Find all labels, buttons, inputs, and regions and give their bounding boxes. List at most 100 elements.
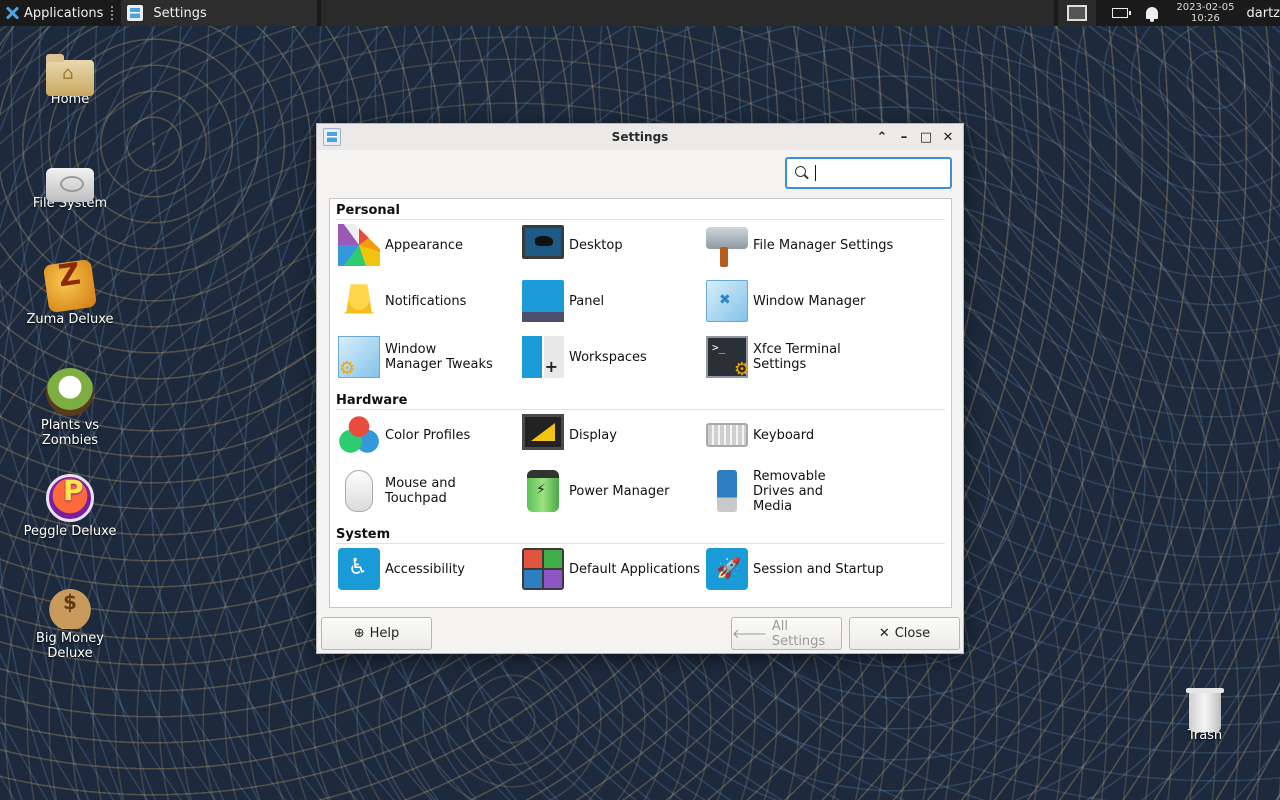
close-icon: ✕: [942, 129, 954, 145]
settings-item-notifications[interactable]: Notifications: [338, 277, 518, 325]
maximize-button[interactable]: □: [915, 126, 937, 148]
home-folder-icon: [46, 54, 94, 96]
desktop-icon-file-system[interactable]: File System: [15, 160, 125, 211]
drive-icon: [46, 168, 94, 202]
search-row: [317, 150, 963, 192]
section-title-personal: Personal: [336, 203, 400, 218]
settings-list: Personal Appearance Desktop File Manager…: [329, 198, 952, 608]
settings-window: Settings ⌃ – □ ✕ Personal Appearance Des…: [316, 123, 964, 654]
settings-item-window-manager-tweaks[interactable]: Window Manager Tweaks: [338, 333, 518, 381]
settings-item-default-applications[interactable]: Default Applications: [522, 545, 702, 593]
settings-item-label: Color Profiles: [385, 427, 471, 443]
settings-item-mouse-touchpad[interactable]: Mouse and Touchpad: [338, 467, 518, 515]
settings-item-label: Power Manager: [569, 483, 670, 499]
settings-item-xfce-terminal[interactable]: Xfce Terminal Settings: [706, 333, 886, 381]
notification-bell-icon[interactable]: [1146, 7, 1159, 22]
section-title-hardware: Hardware: [336, 393, 408, 408]
search-box[interactable]: [785, 157, 952, 189]
terminal-icon: [706, 336, 750, 380]
settings-item-power-manager[interactable]: Power Manager: [522, 467, 702, 515]
user-menu[interactable]: dartz: [1247, 6, 1280, 21]
color-profiles-icon: [338, 414, 380, 456]
usb-drive-icon: [717, 470, 737, 512]
settings-item-display[interactable]: Display: [522, 411, 702, 459]
settings-item-label: Keyboard: [753, 427, 815, 443]
window-titlebar[interactable]: Settings ⌃ – □ ✕: [317, 124, 963, 150]
settings-item-workspaces[interactable]: Workspaces: [522, 333, 702, 381]
close-button[interactable]: ✕ Close: [849, 617, 960, 650]
taskbar-empty-area: [321, 0, 1055, 26]
desktop-icon-big-money-deluxe[interactable]: Big Money Deluxe: [15, 581, 125, 661]
settings-item-removable-drives[interactable]: Removable Drives and Media: [706, 467, 886, 515]
settings-item-label: Desktop: [569, 237, 623, 253]
settings-item-session-startup[interactable]: Session and Startup: [706, 545, 886, 593]
desktop-icon-plants-vs-zombies[interactable]: Plants vs Zombies: [15, 368, 125, 448]
peggle-icon: [46, 474, 94, 522]
maximize-icon: □: [919, 129, 933, 145]
desktop-icon-label: Plants vs Zombies: [40, 418, 100, 448]
battery-icon: [527, 470, 559, 512]
clock[interactable]: 2023-02-05 10:26: [1176, 2, 1234, 24]
shade-button[interactable]: ⌃: [871, 126, 893, 148]
battery-icon[interactable]: [1112, 8, 1132, 18]
zuma-icon: [42, 258, 98, 314]
desktop-icon-label: Big Money Deluxe: [35, 631, 104, 661]
desktop-icon-peggle-deluxe[interactable]: Peggle Deluxe: [15, 474, 125, 539]
all-settings-button[interactable]: 🡐 All Settings: [731, 617, 842, 650]
mouse-icon: [345, 470, 373, 512]
top-panel: Applications Settings 2023-02-05 10:26 d…: [0, 0, 1280, 26]
settings-item-appearance[interactable]: Appearance: [338, 221, 518, 269]
applications-menu-button[interactable]: Applications: [0, 0, 107, 26]
desktop-icon-zuma-deluxe[interactable]: Zuma Deluxe: [15, 258, 125, 327]
desktop-icon: [522, 225, 564, 259]
minimize-icon: –: [900, 129, 908, 145]
notifications-icon: [340, 284, 378, 316]
settings-item-desktop[interactable]: Desktop: [522, 221, 702, 269]
section-title-system: System: [336, 527, 391, 542]
close-window-button[interactable]: ✕: [937, 126, 959, 148]
settings-item-label: Workspaces: [569, 349, 647, 365]
show-desktop-button[interactable]: [1058, 0, 1097, 26]
settings-item-panel[interactable]: Panel: [522, 277, 702, 325]
settings-item-file-manager[interactable]: File Manager Settings: [706, 221, 946, 269]
settings-item-label: Removable Drives and Media: [753, 468, 826, 514]
search-icon: [795, 166, 809, 180]
appearance-icon: [338, 224, 380, 266]
settings-item-accessibility[interactable]: Accessibility: [338, 545, 518, 593]
close-icon: ✕: [878, 626, 890, 641]
desktop-icon-trash[interactable]: Trash: [1150, 686, 1260, 743]
section-divider: [336, 543, 945, 544]
desktop-icon-label: Peggle Deluxe: [23, 524, 117, 539]
desktop-icon-label: Zuma Deluxe: [26, 312, 114, 327]
settings-item-label: Window Manager Tweaks: [385, 342, 493, 372]
taskbar-item-label: Settings: [153, 5, 207, 21]
settings-item-label: Display: [569, 427, 617, 443]
system-tray: 2023-02-05 10:26 dartz: [1102, 0, 1280, 26]
close-button-label: Close: [894, 626, 931, 641]
section-divider: [336, 219, 945, 220]
help-lifebuoy-icon: ⊕: [353, 626, 365, 641]
window-title: Settings: [611, 130, 669, 144]
settings-item-label: Xfce Terminal Settings: [753, 342, 841, 372]
window-manager-icon: [706, 280, 748, 322]
show-desktop-icon: [1067, 5, 1088, 21]
panel-separator: [111, 6, 117, 20]
settings-item-keyboard[interactable]: Keyboard: [706, 411, 886, 459]
settings-item-color-profiles[interactable]: Color Profiles: [338, 411, 518, 459]
search-input[interactable]: [816, 165, 946, 181]
arrow-left-icon: 🡐: [732, 626, 767, 642]
window-app-icon[interactable]: [323, 128, 341, 146]
settings-item-window-manager[interactable]: Window Manager: [706, 277, 886, 325]
taskbar-item-settings[interactable]: Settings: [121, 0, 318, 26]
settings-item-label: Appearance: [385, 237, 464, 253]
money-bag-icon: [46, 581, 94, 629]
help-button[interactable]: ⊕ Help: [321, 617, 432, 650]
clock-time: 10:26: [1191, 13, 1220, 24]
default-applications-icon: [522, 548, 564, 590]
desktop-icon-home[interactable]: Home: [15, 54, 125, 107]
settings-item-label: Panel: [569, 293, 605, 309]
window-manager-tweaks-icon: [338, 336, 380, 379]
minimize-button[interactable]: –: [893, 126, 915, 148]
settings-item-label: Session and Startup: [753, 561, 884, 577]
file-manager-icon: [706, 227, 748, 267]
